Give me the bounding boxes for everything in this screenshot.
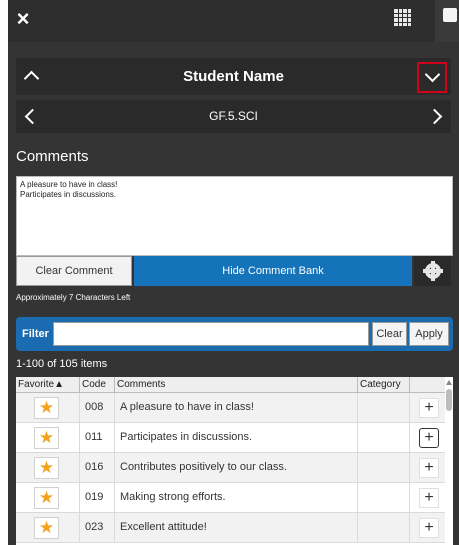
category-column-header[interactable]: Category [358, 377, 410, 393]
table-row: ★ 011 Participates in discussions. + [16, 423, 445, 453]
row-category [358, 393, 410, 423]
row-code: 011 [80, 423, 115, 453]
row-code: 023 [80, 513, 115, 543]
comment-icon [443, 8, 457, 22]
scroll-up-arrow-icon[interactable] [446, 380, 452, 385]
settings-button[interactable] [414, 256, 451, 286]
row-category [358, 453, 410, 483]
next-student-button[interactable] [417, 62, 447, 93]
star-icon[interactable]: ★ [34, 427, 59, 449]
chevron-left-icon [24, 108, 41, 125]
top-bar: × [8, 0, 459, 42]
star-icon[interactable]: ★ [34, 457, 59, 479]
table-row: ★ 008 A pleasure to have in class! + [16, 393, 445, 423]
star-icon[interactable]: ★ [34, 517, 59, 539]
row-code: 008 [80, 393, 115, 423]
student-name: Student Name [183, 68, 284, 85]
clear-comment-button[interactable]: Clear Comment [16, 256, 132, 286]
course-navigator: GF.5.SCI [16, 100, 451, 133]
comments-heading: Comments [16, 148, 89, 165]
row-comment: Excellent attitude! [115, 513, 358, 543]
previous-course-button[interactable] [16, 100, 46, 137]
course-name: GF.5.SCI [209, 109, 258, 123]
comments-panel: Student Name GF.5.SCI Comments A pleasur… [8, 42, 459, 545]
star-icon[interactable]: ★ [34, 487, 59, 509]
comments-column-header[interactable]: Comments [115, 377, 358, 393]
grid-icon[interactable] [394, 9, 411, 26]
characters-left-text: Approximately 7 Characters Left [16, 293, 131, 302]
row-comment: A pleasure to have in class! [115, 393, 358, 423]
table-row: ★ 019 Making strong efforts. + [16, 483, 445, 513]
filter-label: Filter [22, 328, 49, 340]
comment-tab[interactable] [435, 0, 459, 42]
chevron-up-icon [23, 70, 40, 87]
add-comment-button[interactable]: + [419, 428, 439, 448]
code-column-header[interactable]: Code [80, 377, 115, 393]
add-column-header [410, 377, 445, 393]
row-comment: Making strong efforts. [115, 483, 358, 513]
items-count: 1-100 of 105 items [16, 358, 108, 370]
next-course-button[interactable] [421, 100, 451, 137]
star-icon[interactable]: ★ [34, 397, 59, 419]
chevron-right-icon [426, 108, 443, 125]
filter-bar: Filter Clear Apply [16, 317, 453, 351]
row-code: 019 [80, 483, 115, 513]
comment-textarea[interactable]: A pleasure to have in class! Participate… [16, 176, 453, 256]
comment-bank-table: Favorite▲ Code Comments Category ★ 008 A… [16, 377, 445, 545]
row-category [358, 483, 410, 513]
add-comment-button[interactable]: + [419, 398, 439, 418]
hide-comment-bank-button[interactable]: Hide Comment Bank [134, 256, 412, 286]
add-comment-button[interactable]: + [419, 488, 439, 508]
add-comment-button[interactable]: + [419, 458, 439, 478]
favorite-column-header[interactable]: Favorite▲ [16, 377, 80, 393]
table-scrollbar[interactable] [445, 377, 453, 545]
row-code: 016 [80, 453, 115, 483]
gear-icon [423, 261, 443, 281]
add-comment-button[interactable]: + [419, 518, 439, 538]
clear-filter-button[interactable]: Clear [372, 322, 407, 346]
student-navigator: Student Name [16, 58, 451, 95]
chevron-down-icon [424, 66, 441, 83]
previous-student-button[interactable] [16, 58, 46, 95]
close-button[interactable]: × [12, 6, 34, 32]
table-row: ★ 016 Contributes positively to our clas… [16, 453, 445, 483]
row-category [358, 423, 410, 453]
filter-input[interactable] [53, 322, 369, 346]
table-row: ★ 023 Excellent attitude! + [16, 513, 445, 543]
row-comment: Participates in discussions. [115, 423, 358, 453]
row-comment: Contributes positively to our class. [115, 453, 358, 483]
table-header: Favorite▲ Code Comments Category [16, 377, 445, 393]
scroll-thumb[interactable] [446, 389, 452, 411]
apply-filter-button[interactable]: Apply [409, 322, 449, 346]
row-category [358, 513, 410, 543]
